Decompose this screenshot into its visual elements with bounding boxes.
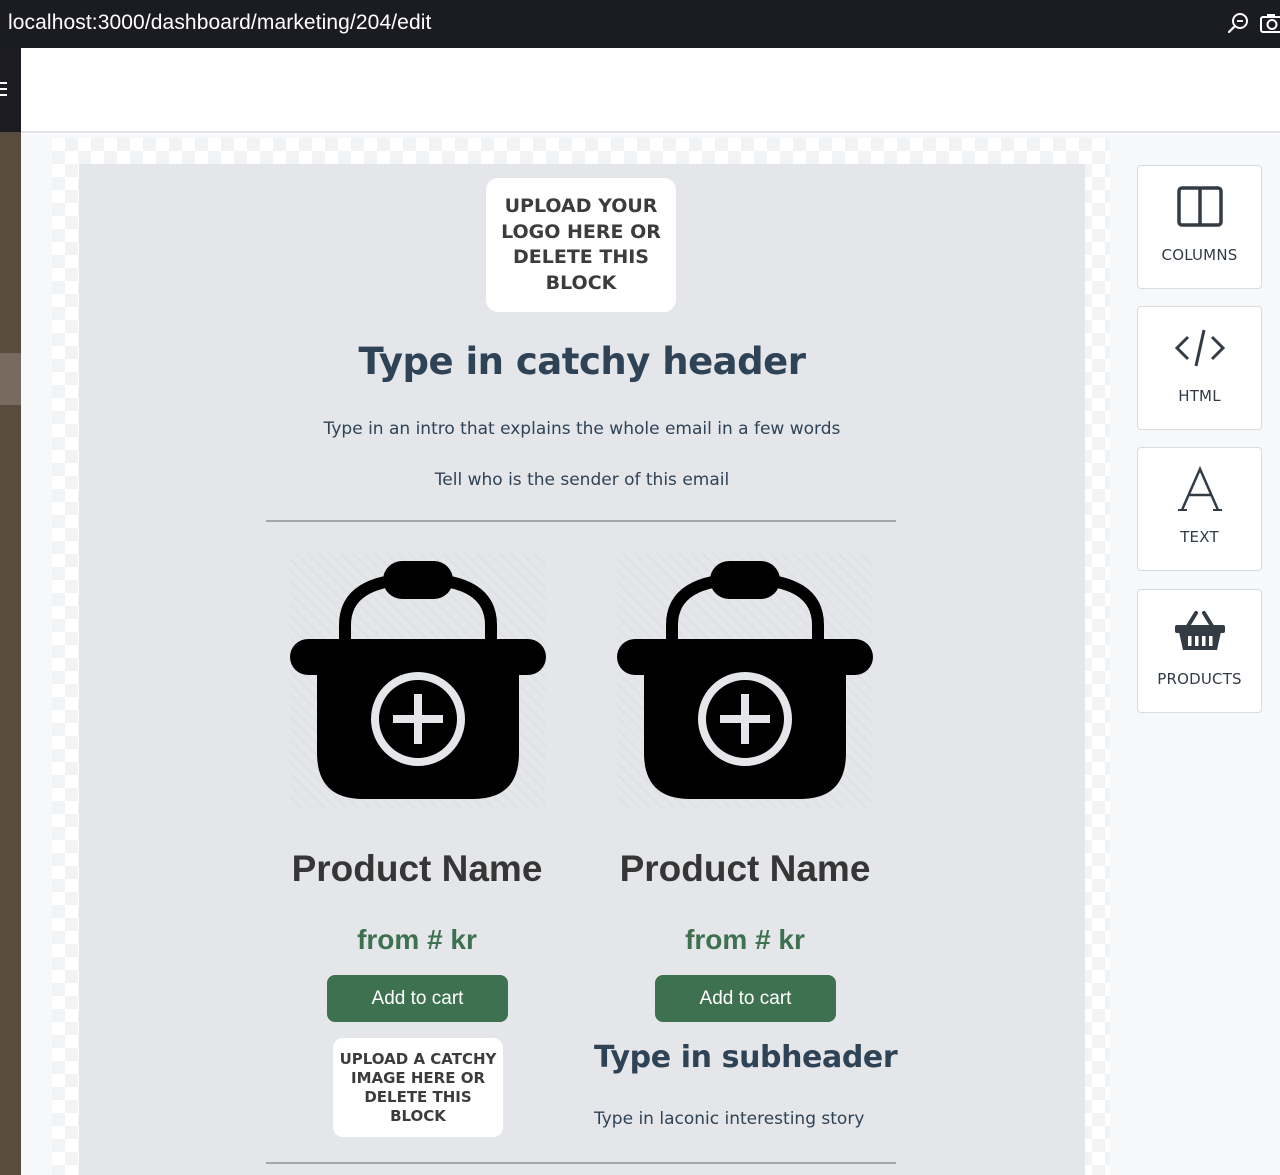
zoom-icon[interactable]	[1226, 10, 1252, 36]
tool-label-columns: COLUMNS	[1161, 246, 1238, 264]
left-sidebar-strip	[0, 48, 21, 1175]
screenshot-icon[interactable]	[1258, 10, 1280, 36]
tool-label-products: PRODUCTS	[1157, 670, 1242, 688]
add-to-cart-button-2[interactable]: Add to cart	[655, 975, 836, 1022]
basket-icon	[1174, 611, 1225, 650]
tool-label-text: TEXT	[1180, 528, 1219, 546]
email-story[interactable]: Type in laconic interesting story	[594, 1109, 864, 1129]
logo-placeholder-block[interactable]: UPLOAD YOUR LOGO HERE OR DELETE THIS BLO…	[486, 178, 676, 312]
email-intro[interactable]: Type in an intro that explains the whole…	[79, 419, 1085, 439]
tool-products[interactable]: PRODUCTS	[1137, 589, 1262, 713]
email-header[interactable]: Type in catchy header	[79, 340, 1085, 383]
browser-url-bar: localhost:3000/dashboard/marketing/204/e…	[0, 0, 1280, 48]
sidebar-top	[0, 48, 21, 132]
code-icon	[1174, 329, 1225, 367]
tool-label-html: HTML	[1178, 387, 1221, 405]
tool-text[interactable]: TEXT	[1137, 447, 1262, 571]
text-icon	[1177, 466, 1222, 511]
email-sender[interactable]: Tell who is the sender of this email	[79, 470, 1085, 490]
url-text[interactable]: localhost:3000/dashboard/marketing/204/e…	[8, 11, 431, 35]
tool-columns[interactable]: COLUMNS	[1137, 165, 1262, 289]
editor-header	[21, 48, 1280, 133]
tool-html[interactable]: HTML	[1137, 306, 1262, 430]
basket-add-icon	[617, 561, 873, 799]
email-subheader[interactable]: Type in subheader	[594, 1040, 898, 1075]
image-placeholder-text: UPLOAD A CATCHY IMAGE HERE OR DELETE THI…	[339, 1049, 497, 1125]
email-canvas[interactable]	[79, 164, 1085, 1175]
basket-add-icon	[290, 561, 546, 799]
product-price-1[interactable]: from # kr	[267, 924, 567, 956]
product-name-1[interactable]: Product Name	[267, 848, 567, 890]
product-image-2[interactable]	[617, 553, 873, 809]
add-to-cart-button-1[interactable]: Add to cart	[327, 975, 508, 1022]
divider-bottom	[266, 1162, 896, 1164]
image-placeholder-block[interactable]: UPLOAD A CATCHY IMAGE HERE OR DELETE THI…	[333, 1038, 503, 1137]
logo-placeholder-text: UPLOAD YOUR LOGO HERE OR DELETE THIS BLO…	[501, 195, 661, 294]
product-name-2[interactable]: Product Name	[595, 848, 895, 890]
sidebar-active-item[interactable]	[0, 353, 21, 405]
hamburger-menu-icon[interactable]	[0, 82, 8, 96]
columns-icon	[1176, 186, 1223, 227]
divider-top	[266, 520, 896, 522]
product-price-2[interactable]: from # kr	[595, 924, 895, 956]
product-image-1[interactable]	[290, 553, 546, 809]
